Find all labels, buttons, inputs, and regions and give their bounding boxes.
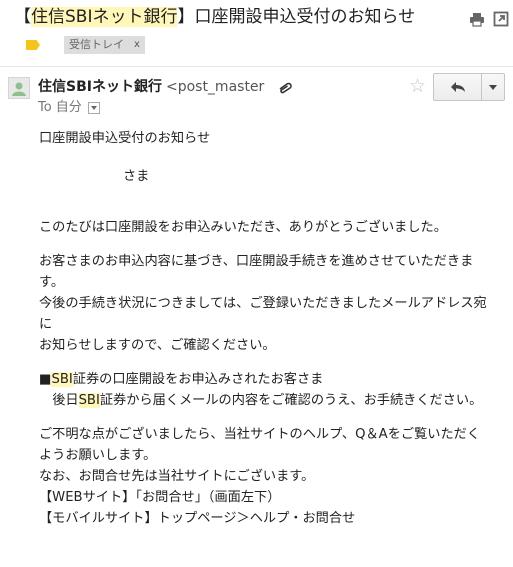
email-subject: 【住信SBIネット銀行】口座開設申込受付のお知らせ xyxy=(14,5,494,29)
avatar-icon xyxy=(8,77,30,99)
print-icon[interactable] xyxy=(469,11,485,27)
label-tag-icon[interactable] xyxy=(26,40,40,50)
inbox-label-text: 受信トレイ xyxy=(69,38,124,51)
sender-address: <post_master xyxy=(165,79,265,95)
sbi-highlight: SBI xyxy=(51,372,73,387)
star-icon[interactable]: ☆ xyxy=(409,76,426,96)
to-prefix: To xyxy=(38,100,52,115)
subject-bracket: 【 xyxy=(14,7,31,27)
email-body: 口座開設申込受付のお知らせ さま このたびは口座開設をお申込みいただき、ありがと… xyxy=(39,128,491,529)
remove-label-button[interactable]: x xyxy=(134,36,140,54)
para2-line3: お知らせしますので、ご確認ください。 xyxy=(39,338,276,353)
subject-row: 【住信SBIネット銀行】口座開設申込受付のお知らせ xyxy=(14,5,494,31)
inbox-label-chip[interactable]: 受信トレイ x xyxy=(64,36,145,54)
thanks-line: このたびは口座開設をお申込みいただき、ありがとうございました。 xyxy=(39,220,447,235)
to-value: 自分 xyxy=(55,100,82,115)
para2-line2: 今後の手続き状況につきましては、ご登録いただきましたメールアドレス宛に xyxy=(39,296,487,332)
reply-button[interactable] xyxy=(434,74,482,100)
subject-rest: 】口座開設申込受付のお知らせ xyxy=(177,7,416,27)
sbi-note-text2a: 後日 xyxy=(52,393,79,408)
bullet-mark: ■ xyxy=(39,372,52,387)
subject-bank-highlight: 住信SBIネット銀行 xyxy=(31,7,178,27)
chevron-down-icon xyxy=(489,84,497,90)
para4-line2: なお、お問合せ先は当社サイトにございます。 xyxy=(39,469,315,484)
sbi-note-line2: 後日SBI証券から届くメールの内容をご確認のうえ、お手続きください。 xyxy=(39,390,491,411)
top-actions xyxy=(469,11,509,27)
sbi-note-line1: ■SBI証券の口座開設をお申込みされたお客さま xyxy=(39,369,491,390)
para4-line3: 【WEBサイト】「お問合せ」（画面左下） xyxy=(39,490,281,505)
para4-line1: ご不明な点がございましたら、当社サイトのヘルプ、Q＆Aをご覧いただくようお願いし… xyxy=(39,427,481,463)
recipient-row: To 自分 xyxy=(38,99,100,117)
chevron-down-icon xyxy=(90,106,97,110)
sbi-note-text2b: 証券から届くメールの内容をご確認のうえ、お手続きください。 xyxy=(99,393,483,408)
labels-row: 受信トレイ x xyxy=(26,35,145,55)
show-details-button[interactable] xyxy=(87,102,100,114)
salutation-line: さま xyxy=(123,169,150,184)
sender-name[interactable]: 住信SBIネット銀行 xyxy=(38,79,162,95)
para4-line4: 【モバイルサイト】トップページ＞ヘルプ・お問合せ xyxy=(39,511,356,526)
header-divider xyxy=(0,66,513,67)
para2-line1: お客さまのお申込内容に基づき、口座開設手続きを進めさせていただきます。 xyxy=(39,254,474,290)
sender-row: 住信SBIネット銀行 <post_master xyxy=(38,77,264,97)
new-window-icon[interactable] xyxy=(493,11,509,27)
attachment-icon xyxy=(276,80,294,99)
reply-icon xyxy=(450,82,465,92)
more-actions-button[interactable] xyxy=(482,74,504,100)
sbi-note-text1: 証券の口座開設をお申込みされたお客さま xyxy=(72,372,324,387)
reply-button-group xyxy=(433,73,505,101)
body-title-line: 口座開設申込受付のお知らせ xyxy=(39,131,211,146)
sbi-highlight: SBI xyxy=(78,393,100,408)
